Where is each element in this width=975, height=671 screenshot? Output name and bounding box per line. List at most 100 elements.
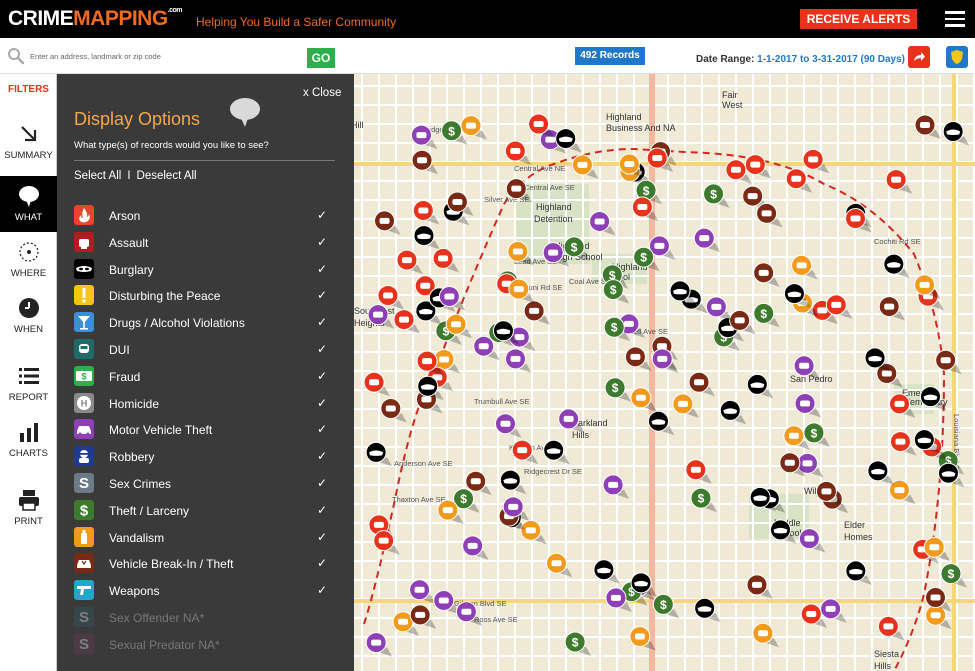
rail-item-summary[interactable]: SUMMARY [0,114,57,170]
car-icon [940,357,951,364]
crime-map[interactable]: Ridgeley Ave NECentral Ave NECentral Ave… [354,74,975,671]
filter-label: Sexual Predator NA* [109,637,220,652]
logo[interactable]: CRIMEMAPPING.com [8,7,183,31]
car-icon [894,400,905,407]
speech-bubble-icon [230,98,260,127]
filter-row-drugs-alcohol-violations[interactable]: Drugs / Alcohol Violations ✓ [74,311,336,338]
car-icon [757,630,768,637]
car-icon [382,292,393,299]
go-button[interactable]: GO [307,48,335,68]
filter-label: Burglary [109,262,154,277]
map-canvas[interactable]: Ridgeley Ave NECentral Ave NECentral Ave… [354,74,975,671]
filter-checkmark-icon[interactable]: ✓ [317,262,327,276]
filter-checkmark-icon[interactable]: ✓ [317,396,327,410]
filter-checkmark-icon[interactable]: ✓ [317,503,327,517]
filter-label: Vandalism [109,530,165,545]
filter-row-disturbing-the-peace[interactable]: Disturbing the Peace ✓ [74,284,336,311]
search-bar: GO 492 Records Date Range: 1-1-2017 to 3… [0,38,975,74]
date-range-value[interactable]: 1-1-2017 to 3-31-2017 (90 Days) [757,54,905,65]
filter-checkmark-icon[interactable]: ✓ [317,235,327,249]
car-icon [831,301,842,308]
street-label: Thaxton Ave SE [392,495,446,504]
place-label: Homes [844,532,873,542]
share-button[interactable] [908,46,930,68]
filter-row-homicide[interactable]: H Homicide ✓ [74,392,336,419]
rail-item-what[interactable]: WHAT [0,176,57,232]
filter-row-vehicle-break-in-theft[interactable]: Vehicle Break-In / Theft ✓ [74,552,336,579]
dollar-icon: $ [948,567,955,581]
rail-item-print[interactable]: PRINT [0,480,57,536]
police-badge-icon [951,50,963,64]
hamburger-menu-icon[interactable] [945,11,965,27]
filter-row-theft-larceny[interactable]: $ Theft / Larceny ✓ [74,499,336,526]
car-icon [699,235,710,242]
logo-mapping-text: MAPPING [73,7,168,30]
agency-badge-button[interactable] [946,46,968,68]
filter-label: Arson [109,209,141,223]
dollar-icon: $ [572,636,579,650]
dollar-icon: $ [610,283,617,297]
filter-label: DUI [109,342,130,357]
filter-row-assault[interactable]: Assault ✓ [74,231,336,258]
filter-checkmark-icon[interactable]: ✓ [317,422,327,436]
left-nav-rail: FILTERS SUMMARY WHAT WHERE WHEN REPORT C… [0,74,57,671]
car-icon [510,148,521,155]
car-icon [563,415,574,422]
dollar-icon: $ [571,240,578,254]
printer-icon [19,490,39,511]
rail-item-where[interactable]: WHERE [0,232,57,288]
filter-checkmark-icon[interactable]: ✓ [317,556,327,570]
receive-alerts-button[interactable]: RECEIVE ALERTS [800,9,917,29]
filter-checkmark-icon[interactable]: ✓ [317,476,327,490]
car-icon [758,269,769,276]
filter-checkmark-icon[interactable]: ✓ [317,288,327,302]
filter-row-arson[interactable]: Arson ✓ [74,204,336,231]
filter-row-weapons[interactable]: Weapons ✓ [74,579,336,606]
filter-checkmark-icon[interactable]: ✓ [317,449,327,463]
panel-divider [74,160,335,161]
filter-row-fraud[interactable]: $ Fraud ✓ [74,365,336,392]
car-icon [373,521,384,528]
filter-label: Theft / Larceny [109,503,190,518]
filter-row-dui[interactable]: DUI ✓ [74,338,336,365]
address-search-input[interactable] [30,47,300,65]
robber-icon [74,446,94,467]
car-icon [529,307,540,314]
filter-checkmark-icon[interactable]: ✓ [317,208,327,222]
select-all-link[interactable]: Select All [74,170,121,182]
filter-row-motor-vehicle-theft[interactable]: Motor Vehicle Theft ✓ [74,418,336,445]
filter-row-sex-offender-na: S Sex Offender NA* [74,606,336,633]
car-icon [694,379,705,386]
car-icon [594,218,605,225]
car-icon [398,618,409,625]
rail-item-report[interactable]: REPORT [0,356,57,412]
svg-text:S: S [79,609,89,626]
filter-checkmark-icon[interactable]: ✓ [317,315,327,329]
panel-title: Display Options [74,109,201,129]
car-break-icon [74,553,94,574]
filter-checkmark-icon[interactable]: ✓ [317,342,327,356]
car-icon [796,262,807,269]
place-label: Fair [722,90,738,100]
filter-row-sex-crimes[interactable]: S Sex Crimes ✓ [74,472,336,499]
deselect-all-link[interactable]: Deselect All [137,170,197,182]
rail-item-when[interactable]: WHEN [0,288,57,344]
filter-checkmark-icon[interactable]: ✓ [317,583,327,597]
filter-checkmark-icon[interactable]: ✓ [317,369,327,383]
share-arrow-icon [914,52,925,61]
filter-row-robbery[interactable]: Robbery ✓ [74,445,336,472]
rail-item-charts[interactable]: CHARTS [0,412,57,468]
filter-checkmark-icon[interactable]: ✓ [317,530,327,544]
car-icon [850,215,861,222]
close-panel-link[interactable]: x Close [303,87,341,99]
date-range[interactable]: Date Range: 1-1-2017 to 3-31-2017 (90 Da… [696,54,905,65]
arrow-down-right-icon [21,126,37,142]
filter-label: Weapons [109,584,160,599]
car-icon [654,242,665,249]
place-label: Hills [874,661,891,671]
gun-icon [74,580,94,601]
place-label: Highland [606,112,642,122]
filter-row-vandalism[interactable]: Vandalism ✓ [74,526,336,553]
filter-row-burglary[interactable]: Burglary ✓ [74,258,336,285]
fist-icon [74,231,94,252]
